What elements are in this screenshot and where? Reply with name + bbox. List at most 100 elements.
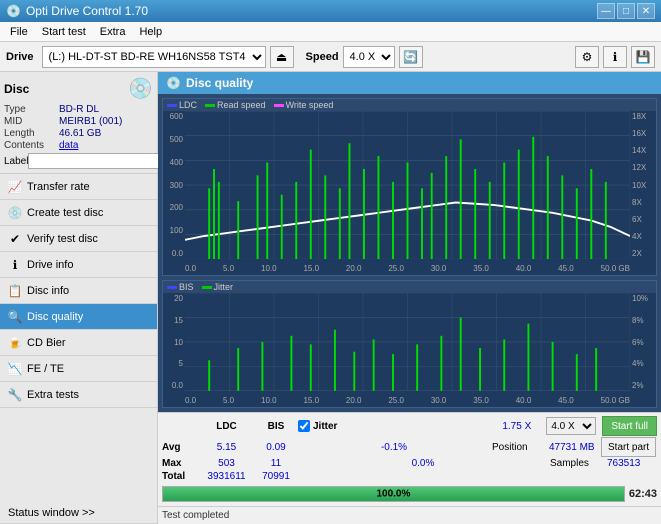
avg-bis: 0.09 — [256, 442, 296, 453]
speed-select[interactable]: 4.0 X — [343, 46, 395, 68]
x1-0: 0.0 — [185, 264, 196, 273]
chart1-x-labels: 0.0 5.0 10.0 15.0 20.0 25.0 30.0 35.0 40… — [185, 264, 630, 273]
position-label: Position — [492, 442, 547, 453]
speed-label: Speed — [306, 51, 339, 63]
transfer-rate-icon: 📈 — [8, 180, 22, 194]
max-label: Max — [162, 458, 197, 469]
disc-label-key: Label — [4, 156, 28, 167]
nav-disc-quality-label: Disc quality — [27, 311, 83, 323]
chart2-y-right: 10% 8% 6% 4% 2% — [630, 293, 656, 391]
nav-create-test-disc[interactable]: 💿 Create test disc — [0, 200, 157, 226]
main: Disc 💿 Type BD-R DL MID MEIRB1 (001) Len… — [0, 72, 661, 524]
progress-text: 100.0% — [376, 489, 410, 500]
nav-cd-bier[interactable]: 🍺 CD Bier — [0, 330, 157, 356]
minimize-button[interactable]: — — [597, 3, 615, 19]
y1-100: 100 — [163, 226, 185, 235]
nav-verify-test-disc[interactable]: ✔ Verify test disc — [0, 226, 157, 252]
chart2-x-labels: 0.0 5.0 10.0 15.0 20.0 25.0 30.0 35.0 40… — [185, 396, 630, 405]
x1-25: 25.0 — [388, 264, 404, 273]
start-part-button[interactable]: Start part — [601, 437, 656, 457]
stats-col-bis: BIS — [256, 421, 296, 432]
nav-transfer-rate[interactable]: 📈 Transfer rate — [0, 174, 157, 200]
jitter-checkbox[interactable] — [298, 420, 310, 432]
nav-disc-info[interactable]: 📋 Disc info — [0, 278, 157, 304]
x2-40: 40.0 — [516, 396, 532, 405]
chart1-y-left: 600 500 400 300 200 100 0.0 — [163, 111, 185, 259]
chart-ldc: LDC Read speed Write speed 600 — [162, 98, 657, 276]
drive-label: Drive — [6, 51, 34, 63]
disc-mid-value: MEIRB1 (001) — [59, 116, 153, 127]
drive-info-icon: ℹ — [8, 258, 22, 272]
nav-extra-tests[interactable]: 🔧 Extra tests — [0, 382, 157, 408]
samp-text: Samples — [550, 458, 589, 469]
menu-help[interactable]: Help — [133, 23, 168, 41]
yr1-10x: 10X — [630, 181, 656, 190]
start-full-button[interactable]: Start full — [602, 416, 657, 436]
ldc-dot — [167, 104, 177, 107]
start-part-container: Start part — [601, 437, 657, 457]
yr2-4: 4% — [630, 359, 656, 368]
progress-bar-container: 100.0% — [162, 486, 625, 502]
fe-te-icon: 📉 — [8, 362, 22, 376]
menu-start-test[interactable]: Start test — [36, 23, 92, 41]
close-button[interactable]: ✕ — [637, 3, 655, 19]
x2-25: 25.0 — [388, 396, 404, 405]
yr2-8: 8% — [630, 316, 656, 325]
menu-file[interactable]: File — [4, 23, 34, 41]
max-jitter: 0.0% — [298, 458, 548, 469]
x1-20: 20.0 — [346, 264, 362, 273]
chart1-svg — [185, 111, 630, 259]
titlebar-left: 💿 Opti Drive Control 1.70 — [6, 4, 148, 18]
nav-fe-te[interactable]: 📉 FE / TE — [0, 356, 157, 382]
drive-select[interactable]: (L:) HL-DT-ST BD-RE WH16NS58 TST4 — [42, 46, 266, 68]
legend-ldc-label: LDC — [179, 100, 197, 110]
nav-drive-info-label: Drive info — [27, 259, 73, 271]
eject-button[interactable]: ⏏ — [270, 46, 294, 68]
disc-mid-row: MID MEIRB1 (001) — [4, 116, 153, 127]
y2-15: 15 — [163, 316, 185, 325]
stats-header-row: LDC BIS Jitter 1.75 X 4.0 X Start full — [162, 416, 657, 436]
stats-speed-value: 1.75 X — [502, 421, 531, 432]
y2-20: 20 — [163, 294, 185, 303]
refresh-button[interactable]: 🔄 — [399, 46, 423, 68]
disc-section: Disc 💿 Type BD-R DL MID MEIRB1 (001) Len… — [0, 72, 157, 174]
yr2-6: 6% — [630, 338, 656, 347]
x1-50: 50.0 GB — [601, 264, 630, 273]
extra-tests-icon: 🔧 — [8, 388, 22, 402]
titlebar: 💿 Opti Drive Control 1.70 — □ ✕ — [0, 0, 661, 22]
yr2-10: 10% — [630, 294, 656, 303]
app-icon: 💿 — [6, 4, 21, 18]
yr1-12x: 12X — [630, 163, 656, 172]
status-bar: Test completed — [158, 506, 661, 524]
maximize-button[interactable]: □ — [617, 3, 635, 19]
nav-disc-quality[interactable]: 🔍 Disc quality — [0, 304, 157, 330]
nav-drive-info[interactable]: ℹ Drive info — [0, 252, 157, 278]
speed-display-select[interactable]: 4.0 X — [546, 417, 596, 435]
legend-bis: BIS — [167, 282, 194, 292]
disc-contents-value[interactable]: data — [59, 140, 153, 151]
y1-0: 0.0 — [163, 249, 185, 258]
action-buttons: Start full — [602, 416, 657, 436]
x2-30: 30.0 — [431, 396, 447, 405]
jitter-checkbox-area: Jitter — [298, 420, 487, 432]
x1-5: 5.0 — [223, 264, 234, 273]
disc-header: Disc 💿 — [4, 76, 153, 101]
disc-label-input[interactable] — [28, 153, 166, 169]
disc-label-row: Label ✎ — [4, 153, 153, 169]
disc-info-icon: 📋 — [8, 284, 22, 298]
info-button[interactable]: ℹ — [603, 46, 627, 68]
status-window-button[interactable]: Status window >> — [0, 502, 157, 524]
y1-200: 200 — [163, 203, 185, 212]
settings-button[interactable]: ⚙ — [575, 46, 599, 68]
app-title: Opti Drive Control 1.70 — [26, 4, 148, 18]
content-title: Disc quality — [186, 76, 253, 90]
jitter-dot — [202, 286, 212, 289]
x1-10: 10.0 — [261, 264, 277, 273]
save-button[interactable]: 💾 — [631, 46, 655, 68]
menu-extra[interactable]: Extra — [94, 23, 132, 41]
x1-35: 35.0 — [473, 264, 489, 273]
yr1-18x: 18X — [630, 112, 656, 121]
legend-jitter-label: Jitter — [214, 282, 234, 292]
nav-cd-bier-label: CD Bier — [27, 337, 66, 349]
x2-15: 15.0 — [303, 396, 319, 405]
